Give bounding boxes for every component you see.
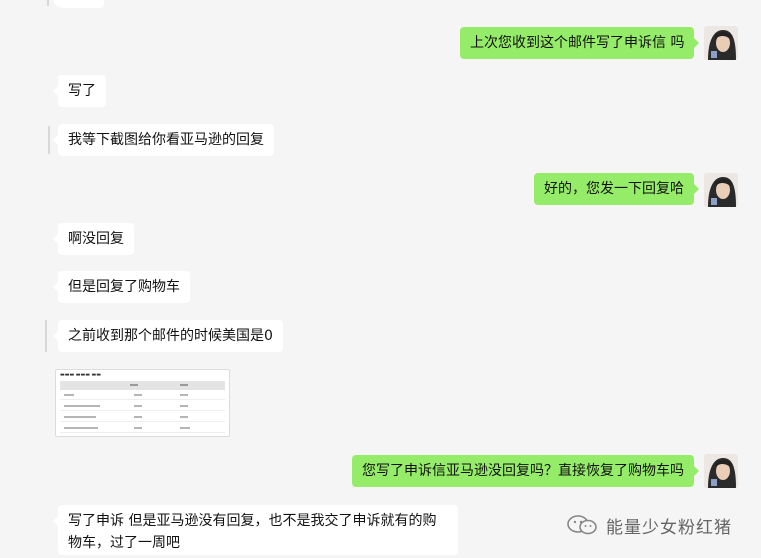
- avatar-image: [704, 454, 738, 488]
- wechat-official-icon: [567, 515, 597, 535]
- avatar-image: [704, 26, 738, 60]
- message-bubble-incoming[interactable]: 啊没回复: [53, 223, 134, 255]
- message-bubble-outgoing[interactable]: 上次您收到这个邮件写了申诉信 吗: [460, 27, 700, 59]
- message-bubble-outgoing[interactable]: 您写了申诉信亚马逊没回复吗？直接恢复了购物车吗: [352, 455, 699, 487]
- message-bubble-incoming[interactable]: [53, 0, 104, 8]
- message-text: 之前收到那个邮件的时候美国是0: [68, 328, 273, 344]
- message-text: 啊没回复: [68, 231, 124, 247]
- message-text: 上次您收到这个邮件写了申诉信 吗: [470, 35, 685, 51]
- message-text: 好的，您发一下回复哈: [544, 181, 684, 197]
- quote-bar: [48, 126, 50, 154]
- user-avatar[interactable]: [704, 454, 738, 488]
- quote-bar: [45, 320, 47, 352]
- screenshot-image-message[interactable]: ▬▬▬ ▬▬▬ ▬▬: [55, 369, 230, 437]
- message-text: 我等下截图给你看亚马逊的回复: [68, 132, 264, 148]
- message-bubble-incoming[interactable]: 写了申诉 但是亚马逊没有回复，也不是我交了申诉就有的购物车，过了一周吧: [53, 505, 458, 555]
- chat-window: 上次您收到这个邮件写了申诉信 吗 写了 我等下截图给你看亚马逊的回复 好的，您发…: [0, 0, 761, 558]
- quote-bar: [47, 0, 49, 6]
- message-text: 您写了申诉信亚马逊没回复吗？直接恢复了购物车吗: [362, 463, 684, 479]
- message-bubble-incoming[interactable]: 写了: [53, 75, 106, 107]
- message-text: 写了: [68, 83, 96, 99]
- watermark-text: 能量少女粉红猪: [606, 517, 732, 538]
- message-bubble-incoming[interactable]: 之前收到那个邮件的时候美国是0: [53, 320, 283, 352]
- message-bubble-incoming[interactable]: 但是回复了购物车: [53, 271, 190, 303]
- avatar-image: [704, 173, 738, 207]
- message-text: 写了申诉 但是亚马逊没有回复，也不是我交了申诉就有的购物车，过了一周吧: [68, 513, 437, 551]
- message-bubble-incoming[interactable]: 我等下截图给你看亚马逊的回复: [53, 124, 274, 156]
- message-text: 但是回复了购物车: [68, 279, 180, 295]
- user-avatar[interactable]: [704, 173, 738, 207]
- message-bubble-outgoing[interactable]: 好的，您发一下回复哈: [534, 173, 699, 205]
- user-avatar[interactable]: [704, 26, 738, 60]
- thumb-table-content: [64, 384, 190, 429]
- watermark: 能量少女粉红猪: [566, 512, 732, 538]
